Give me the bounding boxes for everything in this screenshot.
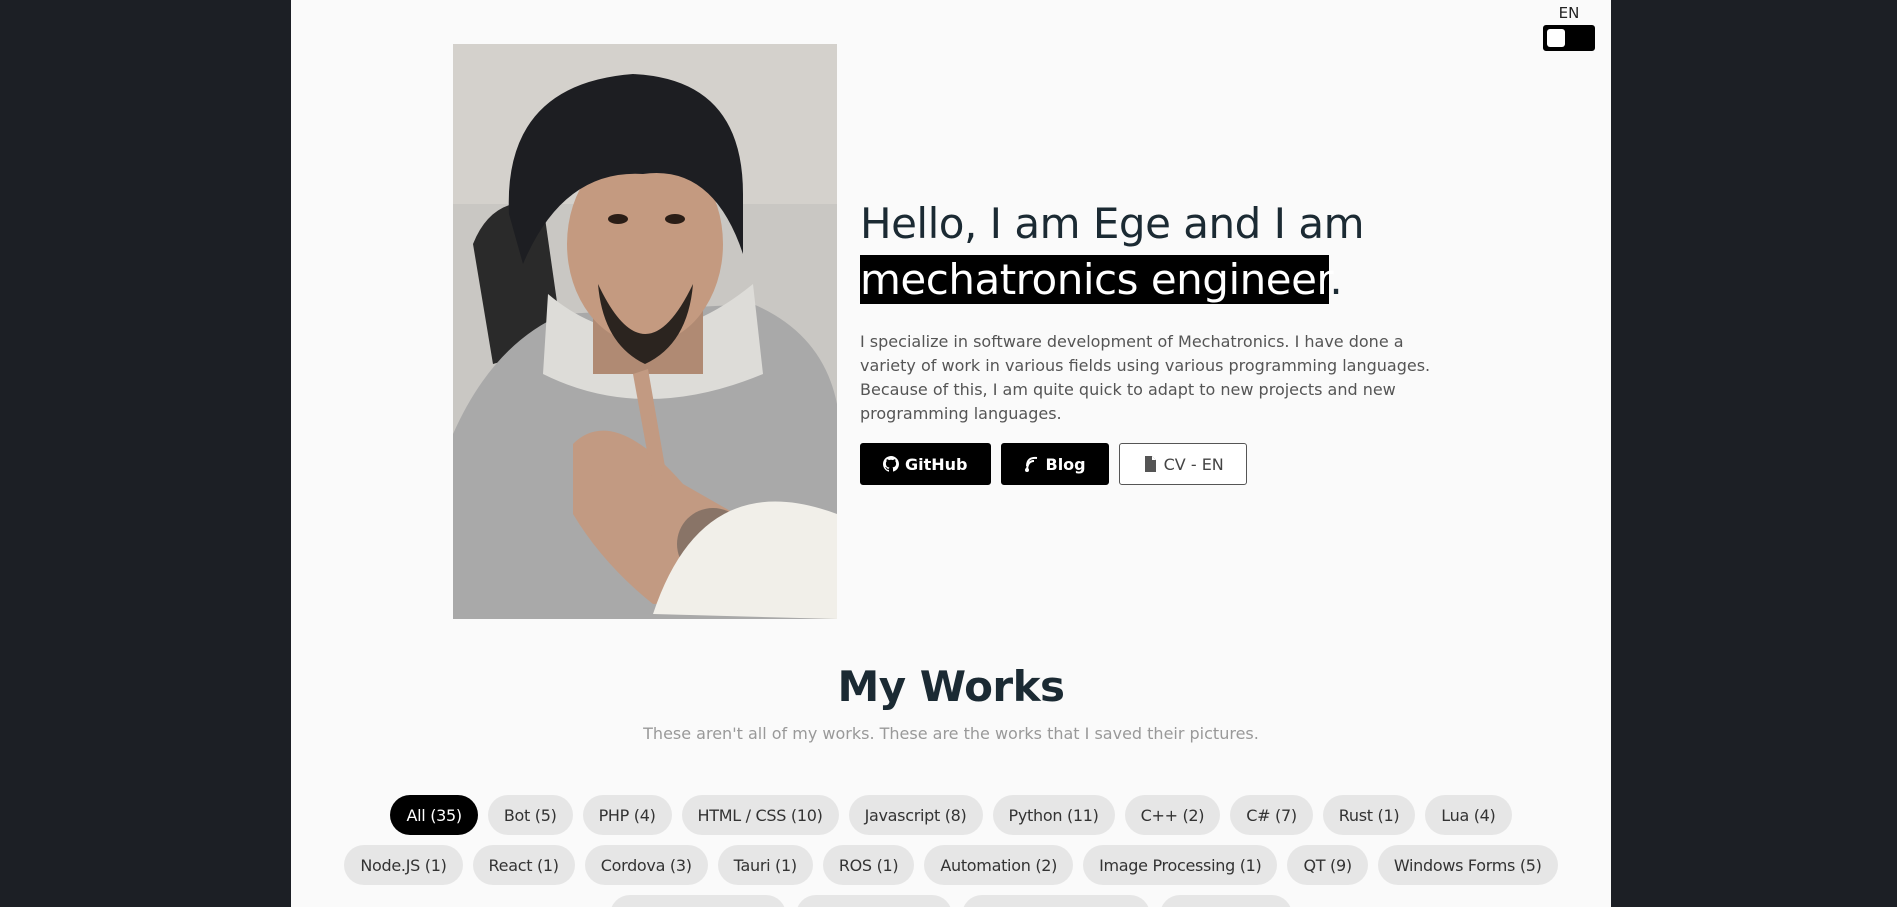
language-label: EN (1558, 4, 1580, 22)
filter-chip-csharp[interactable]: C# (7) (1230, 795, 1313, 835)
hero-highlight: mechatronics engineer (860, 255, 1330, 304)
filter-chip-partial-1[interactable] (795, 895, 952, 907)
github-button[interactable]: GitHub (860, 443, 991, 485)
filter-chip-cordova[interactable]: Cordova (3) (584, 845, 708, 885)
filter-chip-python[interactable]: Python (11) (992, 795, 1115, 835)
filter-chip-rust[interactable]: Rust (1) (1322, 795, 1416, 835)
filter-chip-cpp[interactable]: C++ (2) (1124, 795, 1221, 835)
file-icon (1144, 456, 1156, 472)
hero-buttons: GitHub Blog CV - EN (860, 443, 1460, 485)
filter-chip-php[interactable]: PHP (4) (582, 795, 672, 835)
filter-chip-xamarin-forms[interactable]: Xamarin Forms (1) (610, 895, 786, 907)
filter-chip-windows-forms[interactable]: Windows Forms (5) (1377, 845, 1558, 885)
filter-chips: All (35) Bot (5) PHP (4) HTML / CSS (10)… (331, 795, 1571, 907)
filter-chip-nodejs[interactable]: Node.JS (1) (344, 845, 463, 885)
filter-chip-html-css[interactable]: HTML / CSS (10) (681, 795, 839, 835)
works-title: My Works (837, 662, 1065, 711)
toggle-knob (1547, 29, 1565, 47)
hero-greeting: Hello, I am Ege and I am (860, 199, 1365, 248)
blog-label: Blog (1045, 454, 1086, 474)
filter-chip-bot[interactable]: Bot (5) (487, 795, 573, 835)
hero-description: I specialize in software development of … (860, 332, 1431, 423)
blog-button[interactable]: Blog (1000, 443, 1109, 485)
profile-photo (453, 44, 837, 619)
blog-icon (1024, 456, 1037, 472)
filter-chip-qt[interactable]: QT (9) (1287, 845, 1368, 885)
cv-label: CV - EN (1163, 454, 1224, 474)
github-icon (883, 456, 899, 472)
filter-chip-partial-3[interactable] (1159, 895, 1292, 907)
filter-chip-javascript[interactable]: Javascript (8) (848, 795, 983, 835)
filter-chip-image-processing[interactable]: Image Processing (1) (1083, 845, 1278, 885)
cv-button[interactable]: CV - EN (1118, 443, 1247, 485)
filter-chip-react[interactable]: React (1) (472, 845, 575, 885)
hero-period: . (1329, 255, 1343, 304)
github-label: GitHub (905, 454, 968, 474)
filter-chip-automation[interactable]: Automation (2) (924, 845, 1074, 885)
hero-title: Hello, I am Ege and I am mechatronics en… (860, 196, 1460, 308)
filter-chip-partial-2[interactable] (961, 895, 1150, 907)
filter-chip-all[interactable]: All (35) (390, 795, 478, 835)
filter-chip-tauri[interactable]: Tauri (1) (717, 845, 813, 885)
language-switch[interactable]: EN (1543, 4, 1595, 51)
page: EN Hello, I am Ege and I am mechatronics… (291, 0, 1611, 907)
works-subtitle: These aren't all of my works. These are … (643, 724, 1259, 743)
language-toggle[interactable] (1543, 25, 1595, 51)
filter-chip-lua[interactable]: Lua (4) (1425, 795, 1512, 835)
hero-section: Hello, I am Ege and I am mechatronics en… (860, 196, 1460, 485)
filter-chip-ros[interactable]: ROS (1) (822, 845, 915, 885)
